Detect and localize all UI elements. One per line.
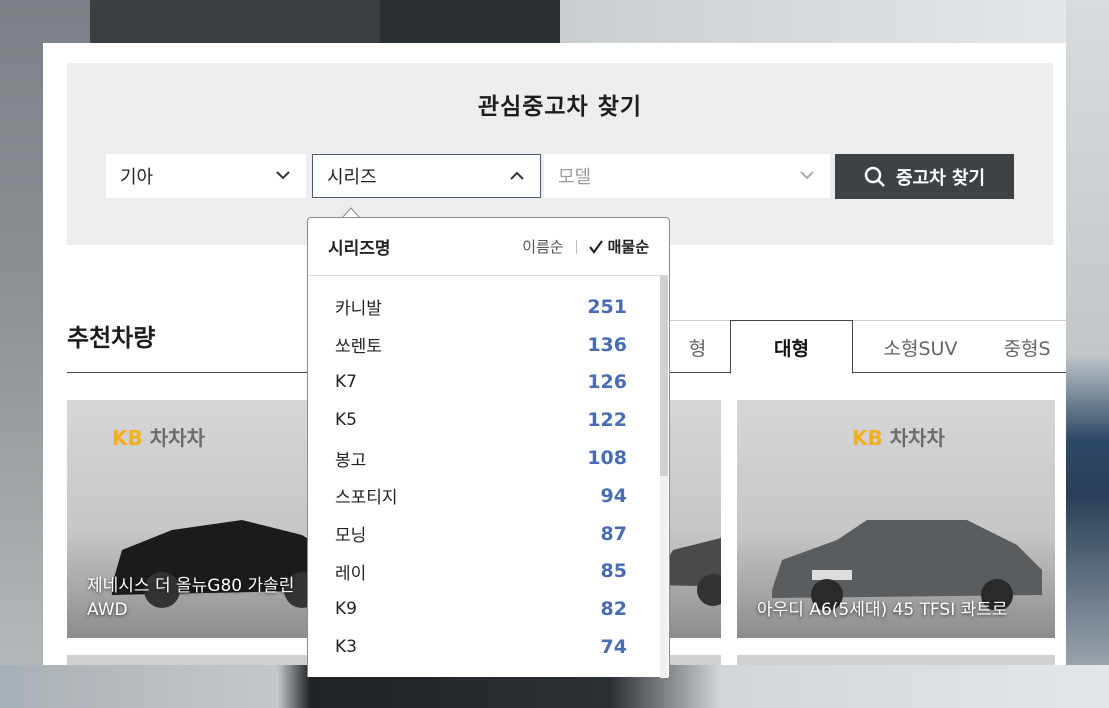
series-name: K5 <box>335 410 357 431</box>
series-item[interactable]: K9 82 <box>308 590 663 628</box>
series-item[interactable]: 쏘렌토 136 <box>308 326 663 364</box>
series-item[interactable]: 모닝 87 <box>308 515 663 553</box>
dropdown-header-label: 시리즈명 <box>328 239 391 259</box>
search-icon <box>864 166 885 187</box>
tab-midsize-suv[interactable]: 중형S <box>987 320 1066 373</box>
series-count: 82 <box>600 598 627 621</box>
car-card[interactable]: KB 차차차 아우디 A6(5세대) 45 TFSI 콰트로 <box>737 400 1055 638</box>
tab-small-suv[interactable]: 소형SUV <box>852 320 988 373</box>
series-item[interactable]: K7 126 <box>308 364 663 402</box>
model-select[interactable]: 모델 <box>544 154 830 198</box>
dropdown-header: 시리즈명 이름순 매물순 <box>308 218 669 276</box>
series-count: 85 <box>600 560 627 583</box>
search-title: 관심중고차 찾기 <box>477 94 643 120</box>
series-dropdown: 시리즈명 이름순 매물순 카니발 251 쏘렌토 136 K7 126 K5 122 봉… <box>307 217 670 678</box>
series-item[interactable]: 봉고 108 <box>308 439 663 477</box>
series-item[interactable]: 카니발 251 <box>308 288 663 326</box>
card-strip <box>663 655 721 665</box>
series-name: 모닝 <box>335 526 367 547</box>
series-name: 스포티지 <box>335 488 398 509</box>
sort-by-name-button[interactable]: 이름순 <box>522 236 563 257</box>
kb-logo: KB 차차차 <box>852 426 945 450</box>
tab-large[interactable]: 대형 <box>730 320 853 374</box>
tab-label: 대형 <box>774 337 809 360</box>
tab-label: 중형S <box>1003 337 1051 360</box>
sort-by-count-button[interactable]: 매물순 <box>588 236 649 257</box>
brand-select-value: 기아 <box>120 167 154 188</box>
series-count: 108 <box>587 447 627 470</box>
chevron-down-icon <box>276 171 290 180</box>
series-count: 74 <box>600 636 627 659</box>
card-strip <box>67 655 317 665</box>
series-item[interactable]: K5 122 <box>308 401 663 439</box>
series-name: K3 <box>335 637 357 658</box>
series-name: K9 <box>335 599 357 620</box>
series-item[interactable]: 스포티지 94 <box>308 477 663 515</box>
car-card[interactable] <box>663 400 721 638</box>
car-caption: 제네시스 더 올뉴G80 가솔린 AWD <box>87 576 295 620</box>
series-count: 87 <box>600 522 627 545</box>
series-select[interactable]: 시리즈 <box>312 154 541 198</box>
car-card[interactable]: KB 차차차 제네시스 더 올뉴G80 가솔린 AWD <box>67 400 317 638</box>
dropdown-scrollbar[interactable] <box>660 276 668 678</box>
car-image-icon <box>772 520 1042 610</box>
series-select-value: 시리즈 <box>327 167 377 188</box>
car-caption: 아우디 A6(5세대) 45 TFSI 콰트로 <box>757 600 1008 620</box>
sort-by-count-label: 매물순 <box>607 238 649 256</box>
car-image-icon <box>663 538 721 606</box>
chevron-up-icon <box>510 171 524 180</box>
series-name: K7 <box>335 372 357 393</box>
recommended-title: 추천차량 <box>67 324 156 352</box>
search-button-label: 중고차 찾기 <box>895 167 986 189</box>
sort-divider <box>575 239 577 254</box>
tab-label: 소형SUV <box>883 337 958 360</box>
kb-logo: KB 차차차 <box>112 426 205 450</box>
chevron-down-icon <box>800 171 814 180</box>
series-name: 쏘렌토 <box>335 337 382 358</box>
check-icon <box>588 239 603 254</box>
tab-midsize[interactable]: 형 <box>663 320 731 373</box>
model-select-placeholder: 모델 <box>558 167 592 188</box>
scrollbar-thumb[interactable] <box>660 276 668 476</box>
brand-select[interactable]: 기아 <box>106 154 306 198</box>
series-name: 레이 <box>335 563 367 584</box>
series-count: 251 <box>587 295 627 318</box>
series-name: 봉고 <box>335 450 367 471</box>
series-count: 136 <box>587 333 627 356</box>
series-count: 94 <box>600 484 627 507</box>
series-item[interactable]: K3 74 <box>308 628 663 666</box>
series-count: 126 <box>587 371 627 394</box>
series-count: 122 <box>587 409 627 432</box>
series-item[interactable]: 레이 85 <box>308 553 663 591</box>
card-strip <box>737 655 1055 665</box>
tab-label: 형 <box>688 337 707 360</box>
series-list: 카니발 251 쏘렌토 136 K7 126 K5 122 봉고 108 스포티지 94 모… <box>308 288 663 666</box>
series-name: 카니발 <box>335 299 382 320</box>
search-button[interactable]: 중고차 찾기 <box>835 154 1014 199</box>
